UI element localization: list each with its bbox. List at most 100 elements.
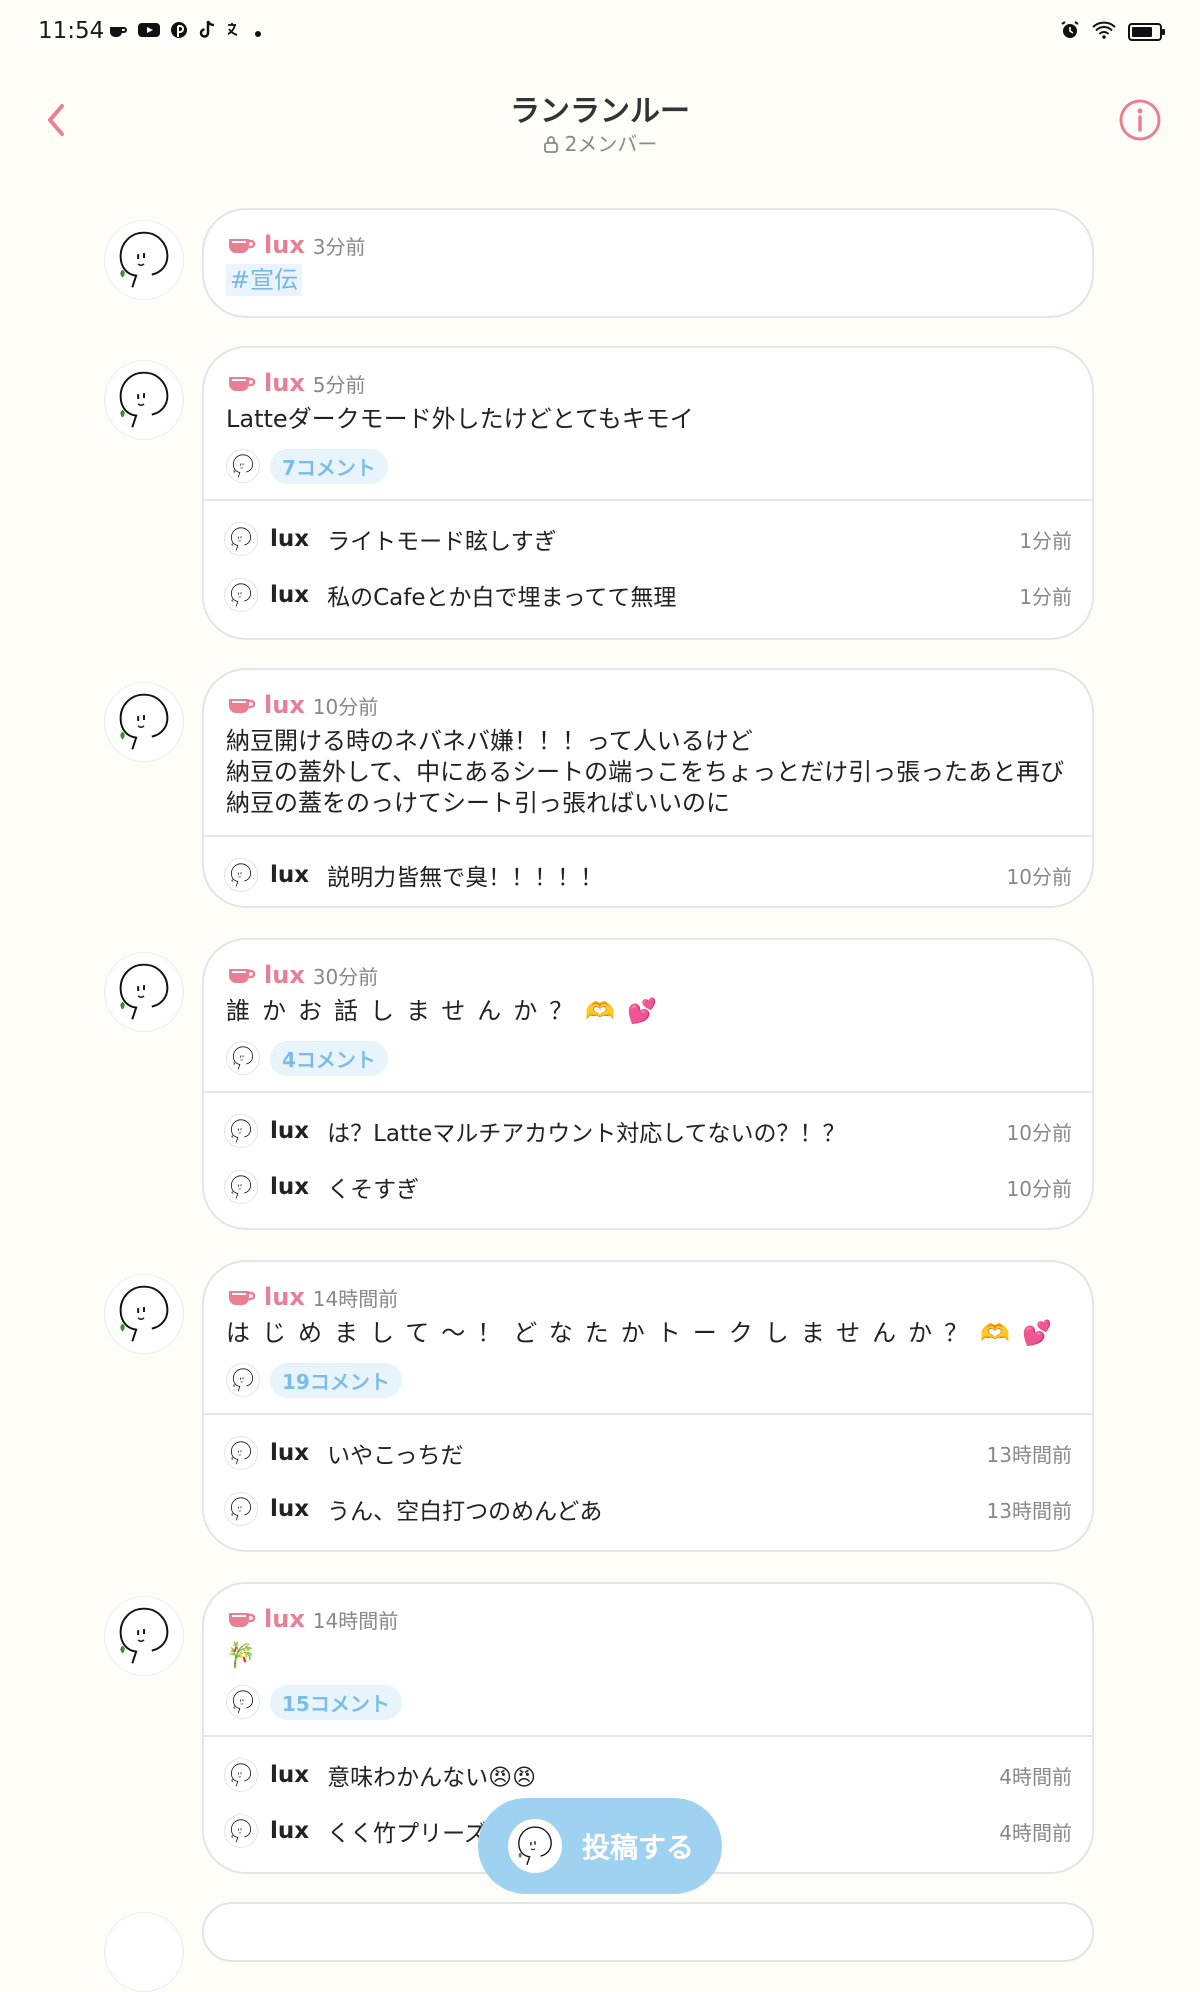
post-card[interactable]: lux 10分前 納豆開ける時のネバネバ嫌！！！って人いるけど 納豆の蓋外して、… <box>202 668 1094 908</box>
avatar[interactable] <box>104 682 184 762</box>
comment-time: 13時間前 <box>986 1442 1072 1467</box>
comment-avatar <box>224 858 258 892</box>
member-count-label: 2メンバー <box>564 132 658 156</box>
status-notification-icons <box>108 20 262 45</box>
avatar[interactable] <box>104 360 184 440</box>
post-card[interactable]: lux 14時間前 はじめまして～！どなたかトークしませんか？🫶💕 19コメント… <box>202 1260 1094 1552</box>
comment-text: 私のCafeとか白で埋まってて無理 <box>327 585 677 611</box>
tiktok-icon <box>198 20 216 45</box>
fab-avatar-icon <box>508 1819 562 1873</box>
comment-author: lux <box>270 1818 310 1844</box>
comment-count-button[interactable]: 7コメント <box>270 448 388 484</box>
commenter-avatar <box>226 1363 260 1397</box>
comment-text: 説明力皆無で臭！！！！！ <box>327 865 604 891</box>
info-icon <box>1119 99 1161 141</box>
comment-row[interactable]: lux くそすぎ 10分前 <box>224 1159 1072 1215</box>
comment-time: 4時間前 <box>999 1764 1072 1789</box>
commenter-avatar <box>226 1685 260 1719</box>
avatar[interactable] <box>104 952 184 1032</box>
hashtag-link[interactable]: #宣伝 <box>226 264 303 296</box>
comment-avatar <box>224 1436 258 1470</box>
comment-author: lux <box>270 1496 310 1522</box>
comment-count-button[interactable]: 4コメント <box>270 1040 388 1076</box>
comment-time: 1分前 <box>1019 584 1072 609</box>
comment-avatar <box>224 522 258 556</box>
post-author[interactable]: lux <box>264 231 305 259</box>
comment-time: 1分前 <box>1019 528 1072 553</box>
post-text: Latteダークモード外したけどとてもキモイ <box>226 405 694 433</box>
comment-author: lux <box>270 526 310 552</box>
comment-row[interactable]: lux 私のCafeとか白で埋まってて無理 1分前 <box>224 567 1072 623</box>
comment-time: 10分前 <box>1006 864 1072 889</box>
alarm-icon <box>1060 20 1080 44</box>
comment-time: 4時間前 <box>999 1820 1072 1845</box>
comment-row[interactable]: lux いやこっちだ 13時間前 <box>224 1425 1072 1481</box>
youtube-icon <box>138 22 160 43</box>
post-text: はじめまして～！どなたかトークしませんか？🫶💕 <box>226 1319 1064 1347</box>
post-author[interactable]: lux <box>264 1283 305 1311</box>
info-button[interactable] <box>1118 98 1162 142</box>
member-count: 2メンバー <box>0 128 1200 158</box>
post-time: 14時間前 <box>312 1608 399 1633</box>
cup-icon <box>226 371 256 395</box>
post-card[interactable]: lux 30分前 誰かお話しませんか？🫶💕 4コメント lux は？Latteマ… <box>202 938 1094 1230</box>
lock-icon <box>543 134 559 158</box>
comment-author: lux <box>270 1118 310 1144</box>
group-title: ランランルー <box>510 94 690 129</box>
comment-row[interactable]: lux うん、空白打つのめんどあ 13時間前 <box>224 1481 1072 1537</box>
post-button-label: 投稿する <box>582 1831 695 1864</box>
comment-list: lux は？Latteマルチアカウント対応してないの？！？ 10分前 lux く… <box>204 1091 1092 1227</box>
commenter-avatar <box>226 449 260 483</box>
post-time: 10分前 <box>312 694 379 719</box>
comment-author: lux <box>270 1174 310 1200</box>
comment-author: lux <box>270 1440 310 1466</box>
post-time: 5分前 <box>312 372 366 397</box>
comment-row[interactable]: lux ライトモード眩しすぎ 1分前 <box>224 511 1072 567</box>
status-time: 11:54 <box>38 18 105 44</box>
comment-author: lux <box>270 582 310 608</box>
comment-avatar <box>224 1758 258 1792</box>
comment-time: 10分前 <box>1006 1120 1072 1145</box>
post-text: 誰かお話しませんか？🫶💕 <box>226 997 670 1025</box>
comment-list: lux 説明力皆無で臭！！！！！ 10分前 <box>204 835 1092 906</box>
post-author[interactable]: lux <box>264 1605 305 1633</box>
status-bar: 11:54 <box>0 0 1200 68</box>
comment-avatar <box>224 1114 258 1148</box>
comment-row[interactable]: lux 説明力皆無で臭！！！！！ 10分前 <box>224 847 1072 903</box>
comment-count-button[interactable]: 15コメント <box>270 1684 402 1720</box>
comment-avatar <box>224 1492 258 1526</box>
post-time: 14時間前 <box>312 1286 399 1311</box>
chat-header: ランランルー 2メンバー <box>0 68 1200 178</box>
comment-text: いやこっちだ <box>327 1443 464 1469</box>
comment-count-button[interactable]: 19コメント <box>270 1362 402 1398</box>
post-time: 3分前 <box>312 234 366 259</box>
wifi-icon <box>1092 21 1116 43</box>
post-time: 30分前 <box>312 964 379 989</box>
post-card[interactable]: lux 3分前 #宣伝 <box>202 208 1094 318</box>
comment-avatar <box>224 1814 258 1848</box>
comment-author: lux <box>270 1762 310 1788</box>
pinterest-icon <box>170 21 188 44</box>
post-text: 🎋 <box>226 1641 256 1669</box>
post-author[interactable]: lux <box>264 691 305 719</box>
post-button[interactable]: 投稿する <box>478 1798 722 1894</box>
avatar[interactable] <box>104 220 184 300</box>
post-card[interactable] <box>202 1902 1094 1962</box>
comment-author: lux <box>270 862 310 888</box>
comment-text: は？Latteマルチアカウント対応してないの？！？ <box>327 1121 846 1147</box>
comment-row[interactable]: lux は？Latteマルチアカウント対応してないの？！？ 10分前 <box>224 1103 1072 1159</box>
post-card[interactable]: lux 5分前 Latteダークモード外したけどとてもキモイ 7コメント lux… <box>202 346 1094 640</box>
comment-text: うん、空白打つのめんどあ <box>327 1499 603 1525</box>
avatar[interactable] <box>104 1274 184 1354</box>
battery-icon <box>1128 23 1165 41</box>
post-author[interactable]: lux <box>264 369 305 397</box>
dot-icon <box>254 22 262 43</box>
avatar[interactable] <box>104 1912 184 1992</box>
cup-icon <box>226 1285 256 1309</box>
comment-row[interactable]: lux 意味わかんない😠😠 4時間前 <box>224 1747 1072 1803</box>
comment-avatar <box>224 1170 258 1204</box>
cup-icon <box>226 233 256 257</box>
post-author[interactable]: lux <box>264 961 305 989</box>
avatar[interactable] <box>104 1596 184 1676</box>
cup-icon <box>226 963 256 987</box>
